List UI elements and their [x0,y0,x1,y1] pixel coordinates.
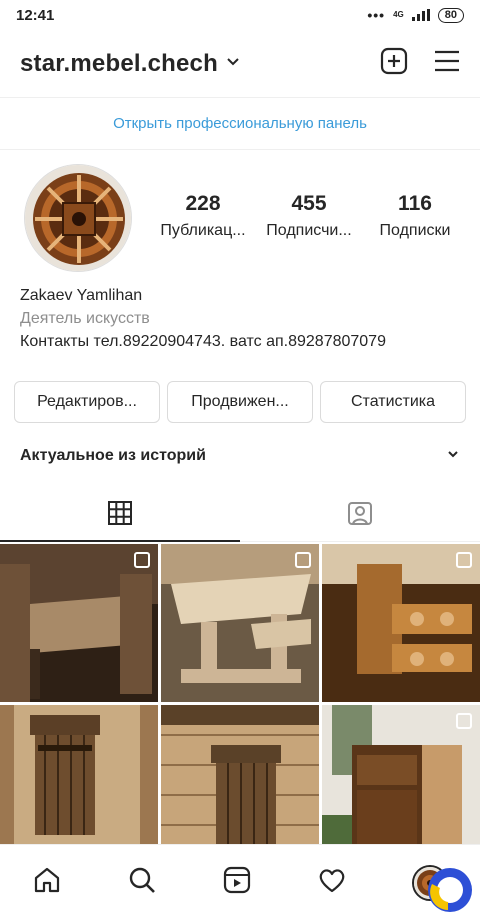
account-username[interactable]: star.mebel.chech [20,50,218,78]
post-thumbnail[interactable] [0,544,158,702]
professional-dashboard-link[interactable]: Открыть профессиональную панель [0,98,480,150]
carousel-icon [456,552,472,568]
search-icon[interactable] [127,865,157,900]
tab-tagged[interactable] [240,490,480,541]
post-thumbnail[interactable] [322,705,480,863]
status-time: 12:41 [16,6,55,24]
profile-actions: Редактиров... Продвижен... Статистика [14,381,466,423]
profile-tabs [0,490,480,542]
carousel-icon [295,552,311,568]
status-bar: 12:41 ••• 4G 80 [0,0,480,30]
bottom-navigation [0,844,480,920]
profile-name: Zakaev Yamlihan [20,287,143,304]
network-type: 4G [393,10,404,19]
followers-count[interactable]: 455 Подписчи... [256,192,362,240]
carousel-icon [134,552,150,568]
chevron-down-icon[interactable] [226,54,240,73]
new-post-icon[interactable] [380,47,408,80]
post-thumbnail[interactable] [322,544,480,702]
tab-posts[interactable] [0,490,240,542]
post-thumbnail[interactable] [161,544,319,702]
profile-avatar[interactable] [24,164,132,272]
grid-icon [107,500,133,531]
profile-bio: Zakaev Yamlihan Деятель искусств Контакт… [20,284,386,353]
insights-button[interactable]: Статистика [320,381,466,423]
story-highlights[interactable]: Актуальное из историй [0,436,480,476]
posts-grid [0,544,480,863]
promote-button[interactable]: Продвижен... [167,381,313,423]
post-thumbnail[interactable] [0,705,158,863]
signal-icon [411,9,430,21]
profile-header: star.mebel.chech [0,30,480,98]
edit-profile-button[interactable]: Редактиров... [14,381,160,423]
tagged-icon [346,499,374,532]
profile-category: Деятель искусств [20,310,150,327]
home-icon[interactable] [32,865,62,900]
battery-indicator: 80 [437,7,464,23]
profile-contacts: Контакты тел.89220904743. ватс ап.892878… [20,333,386,350]
menu-icon[interactable] [434,49,460,78]
profile-stats: 228 Публикац... 455 Подписчи... 116 Подп… [150,192,470,240]
chevron-down-icon[interactable] [446,447,460,466]
posts-count[interactable]: 228 Публикац... [150,192,256,240]
heart-icon[interactable] [317,865,347,900]
notification-dots-icon: ••• [367,7,386,23]
post-thumbnail[interactable] [161,705,319,863]
following-count[interactable]: 116 Подписки [362,192,468,240]
assistant-overlay-icon[interactable] [422,864,474,916]
highlights-title: Актуальное из историй [20,447,206,464]
carousel-icon [456,713,472,729]
reels-icon[interactable] [222,865,252,900]
